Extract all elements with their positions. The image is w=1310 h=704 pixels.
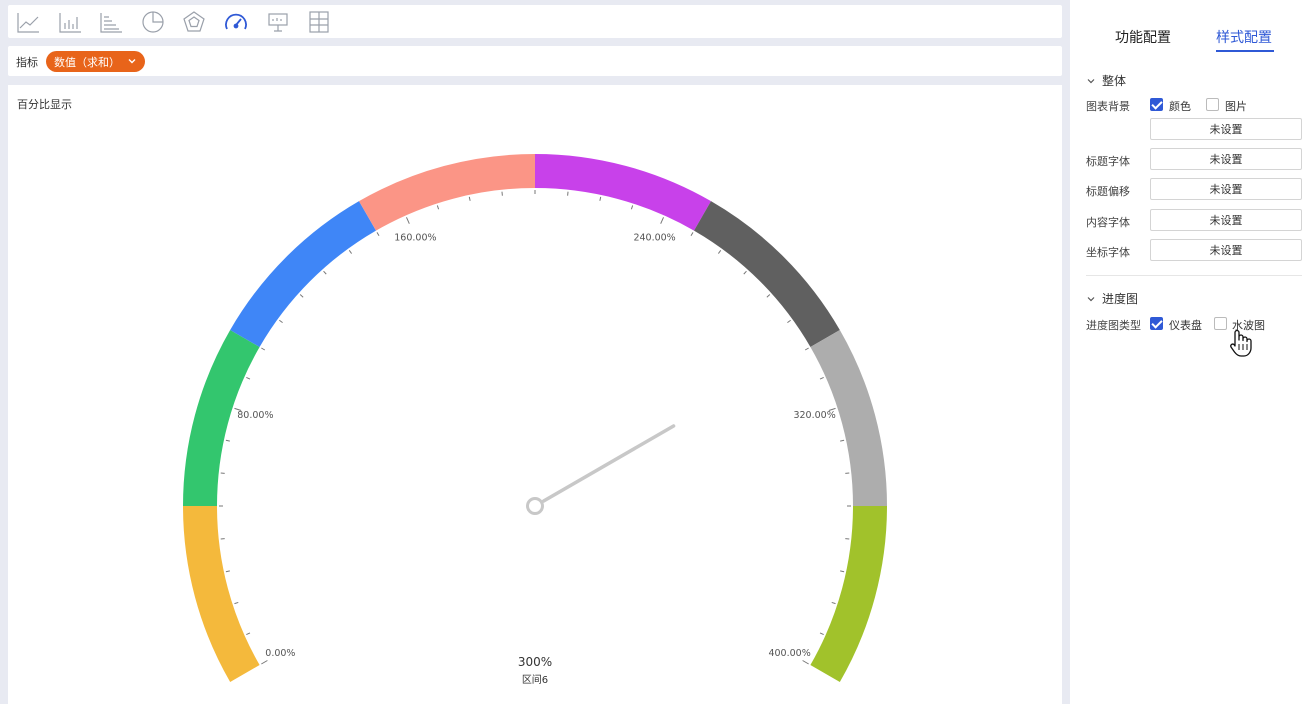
- bg-color-checkbox[interactable]: [1150, 98, 1163, 111]
- radar-chart-icon[interactable]: [182, 10, 206, 34]
- gauge-tick: [279, 319, 283, 324]
- chart-background-label: 图表背景: [1086, 100, 1130, 113]
- progress-gauge-option-label: 仪表盘: [1169, 319, 1202, 332]
- gauge-tick: [840, 570, 845, 573]
- grid-table-icon[interactable]: [307, 10, 331, 34]
- metric-pill-label: 数值（求和）: [54, 55, 120, 69]
- section-progress-header[interactable]: 进度图: [1086, 290, 1138, 307]
- gauge-needle: [541, 424, 676, 503]
- gauge-tick: [376, 232, 380, 237]
- gauge-tick: [840, 439, 845, 442]
- axis-font-label: 坐标字体: [1086, 246, 1130, 259]
- gauge-tick: [743, 270, 747, 275]
- gauge-tick: [246, 632, 251, 635]
- gauge-tick: [802, 660, 809, 665]
- title-offset-label: 标题偏移: [1086, 185, 1130, 198]
- metric-pill-dropdown[interactable]: 数值（求和）: [46, 51, 145, 72]
- pie-chart-icon[interactable]: [141, 10, 165, 34]
- gauge-tick: [436, 205, 440, 210]
- config-tabs: 功能配置 样式配置: [1070, 0, 1310, 58]
- presentation-icon[interactable]: [266, 10, 290, 34]
- title-font-button[interactable]: 未设置: [1150, 148, 1302, 170]
- chevron-down-icon: [128, 59, 136, 64]
- progress-wave-checkbox[interactable]: [1214, 317, 1227, 330]
- gauge-tick: [787, 319, 791, 324]
- gauge-band-8: [810, 506, 887, 682]
- gauge-band-3: [230, 201, 376, 347]
- gauge-tick: [246, 377, 251, 380]
- active-tab-underline: [1216, 50, 1274, 52]
- hand-cursor-icon: [1230, 329, 1252, 357]
- gauge-tick: [323, 270, 327, 275]
- section-overall-header[interactable]: 整体: [1086, 72, 1126, 89]
- tab-style-config[interactable]: 样式配置: [1216, 27, 1272, 47]
- section-progress-title: 进度图: [1102, 292, 1139, 306]
- gauge-tick-label: 240.00%: [633, 232, 675, 243]
- gauge-tick-label: 400.00%: [768, 648, 810, 659]
- chart-type-toolbar: [8, 5, 1062, 38]
- gauge-tick: [819, 377, 824, 380]
- gauge-tick: [717, 250, 722, 254]
- gauge-band-1: [183, 506, 260, 682]
- section-overall-title: 整体: [1102, 74, 1127, 88]
- gauge-tick: [804, 347, 809, 351]
- gauge-tick: [234, 601, 239, 605]
- gauge-tick: [468, 196, 471, 201]
- horizontal-bar-icon[interactable]: [99, 10, 123, 34]
- bar-chart-icon[interactable]: [58, 10, 82, 34]
- gauge-chart: 0.00% 80.00% 160.00% 240.00% 320.00% 400.00% 3…: [183, 154, 888, 686]
- gauge-tick: [766, 294, 771, 298]
- tab-function-config[interactable]: 功能配置: [1115, 27, 1171, 47]
- metric-label: 指标: [16, 56, 38, 69]
- bg-color-setting-button[interactable]: 未设置: [1150, 118, 1302, 140]
- title-font-label: 标题字体: [1086, 155, 1130, 168]
- content-font-label: 内容字体: [1086, 216, 1130, 229]
- progress-gauge-checkbox[interactable]: [1150, 317, 1163, 330]
- title-offset-button[interactable]: 未设置: [1150, 178, 1302, 200]
- gauge-chart-icon[interactable]: [224, 10, 248, 34]
- gauge-band-4: [359, 154, 535, 231]
- chart-workspace: 指标 数值（求和） 百分比显示 0.00% 80.00% 160.00% 240.00…: [0, 0, 1070, 704]
- gauge-tick: [225, 439, 230, 442]
- line-chart-icon[interactable]: [16, 10, 40, 34]
- bg-color-option-label: 颜色: [1169, 100, 1191, 113]
- gauge-value-label: 300%: [518, 655, 552, 669]
- config-panel: 功能配置 样式配置 整体 图表背景 颜色 图片 未设置 标题字体 未设置 标题偏…: [1070, 0, 1310, 704]
- gauge-tick: [660, 217, 664, 224]
- gauge-tick: [831, 601, 836, 605]
- gauge-tick: [690, 232, 694, 237]
- gauge-tick-label: 160.00%: [394, 232, 436, 243]
- gauge-tick-label: 320.00%: [793, 410, 835, 421]
- gauge-tick-label: 80.00%: [237, 410, 273, 421]
- gauge-tick: [406, 217, 410, 224]
- gauge-tick-label: 0.00%: [265, 648, 295, 659]
- gauge-tick: [299, 294, 304, 298]
- gauge-band-5: [535, 154, 711, 231]
- gauge-tick: [261, 347, 266, 351]
- gauge-tick: [348, 250, 353, 254]
- gauge-tick: [630, 205, 634, 210]
- bg-image-option-label: 图片: [1225, 100, 1247, 113]
- bg-image-checkbox[interactable]: [1206, 98, 1219, 111]
- gauge-tick: [225, 570, 230, 573]
- gauge-tick: [819, 632, 824, 635]
- gauge-tick: [261, 660, 268, 665]
- content-font-button[interactable]: 未设置: [1150, 209, 1302, 231]
- gauge-band-label: 区间6: [522, 673, 548, 686]
- chevron-down-icon: [1087, 296, 1095, 301]
- gauge-tick: [599, 196, 602, 201]
- chevron-down-icon: [1087, 78, 1095, 83]
- chart-canvas: 百分比显示 0.00% 80.00% 160.00% 240.00% 320.00% 40…: [8, 85, 1062, 704]
- metric-bar: 指标 数值（求和）: [8, 46, 1062, 76]
- gauge-needle-hub: [526, 497, 544, 515]
- section-divider: [1086, 275, 1302, 276]
- gauge-band-6: [694, 201, 840, 347]
- progress-type-label: 进度图类型: [1086, 319, 1141, 332]
- axis-font-button[interactable]: 未设置: [1150, 239, 1302, 261]
